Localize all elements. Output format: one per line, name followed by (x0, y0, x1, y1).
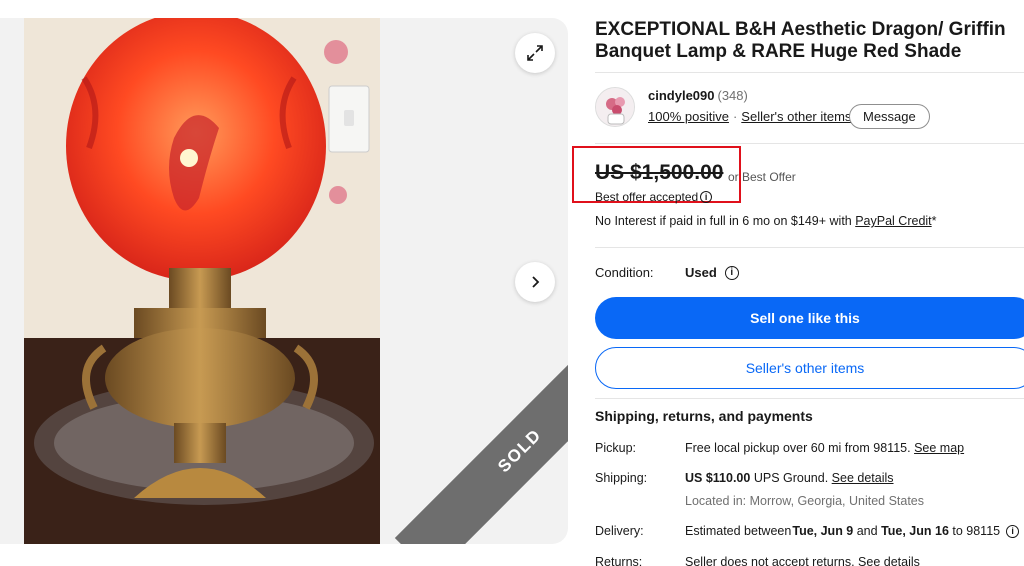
lamp-illustration (24, 18, 380, 544)
returns-text: Seller does not accept returns. (685, 555, 855, 566)
shipping-price: US $110.00 (685, 471, 751, 485)
sold-ribbon: SOLD (380, 364, 568, 544)
best-offer-label: or Best Offer (728, 170, 796, 184)
delivery-prefix: Estimated between (685, 524, 792, 538)
divider (595, 247, 1024, 248)
next-image-button[interactable] (515, 262, 555, 302)
divider (595, 72, 1024, 73)
paypal-credit-link[interactable]: PayPal Credit (855, 214, 931, 228)
seller-avatar[interactable] (595, 87, 635, 127)
info-icon[interactable]: i (724, 265, 739, 280)
item-details-panel: EXCEPTIONAL B&H Aesthetic Dragon/ Griffi… (572, 0, 1024, 566)
seller-links: 100% positive · Seller's other items · (648, 109, 864, 124)
delivery-and: and (853, 524, 882, 538)
seller-username[interactable]: cindyle090 (648, 88, 715, 103)
paypal-suffix: * (931, 214, 937, 228)
price-amount: US $1,500.00 (595, 161, 724, 184)
info-icon[interactable]: i (1006, 524, 1020, 538)
returns-details-link[interactable]: See details (858, 555, 920, 566)
expand-button[interactable] (515, 33, 555, 73)
shipping-value: US $110.00 UPS Ground. See details (685, 471, 894, 485)
sold-label: SOLD (494, 425, 546, 477)
seller-name[interactable]: cindyle090 (348) (648, 88, 748, 103)
returns-value: Seller does not accept returns. See deta… (685, 555, 920, 566)
avatar-image (596, 88, 634, 126)
pickup-value: Free local pickup over 60 mi from 98115.… (685, 441, 964, 455)
delivery-suffix: to 98115 (948, 524, 1001, 538)
divider (595, 143, 1024, 144)
listing-title: EXCEPTIONAL B&H Aesthetic Dragon/ Griffi… (595, 19, 1006, 62)
seller-other-items-button[interactable]: Seller's other items (595, 347, 1024, 389)
best-offer-accepted: Best offer accepted i (595, 190, 713, 204)
returns-label: Returns: (595, 555, 643, 566)
condition-label: Condition: (595, 265, 654, 280)
shipping-heading: Shipping, returns, and payments (595, 408, 813, 424)
shipping-service: UPS Ground. (753, 471, 829, 485)
divider (595, 398, 1024, 399)
delivery-end: Tue, Jun 16 (881, 524, 949, 538)
condition-text: Used (685, 265, 717, 280)
info-icon[interactable]: i (700, 191, 713, 203)
see-map-link[interactable]: See map (914, 441, 964, 455)
seller-positive-link[interactable]: 100% positive (648, 109, 729, 124)
shipping-label: Shipping: (595, 471, 648, 485)
sell-one-like-this-button[interactable]: Sell one like this (595, 297, 1024, 339)
shipping-details-link[interactable]: See details (832, 471, 894, 485)
pickup-label: Pickup: (595, 441, 636, 455)
condition-value: Used i (685, 265, 739, 280)
delivery-start: Tue, Jun 9 (792, 524, 854, 538)
pickup-text: Free local pickup over 60 mi from 98115. (685, 441, 911, 455)
chevron-right-icon (532, 276, 540, 288)
paypal-prefix: No Interest if paid in full in 6 mo on $… (595, 214, 856, 228)
best-offer-accepted-text: Best offer accepted (595, 190, 699, 204)
image-gallery: SOLD (0, 18, 568, 544)
paypal-credit-note: No Interest if paid in full in 6 mo on $… (595, 214, 937, 228)
delivery-value: Estimated between Tue, Jun 9 and Tue, Ju… (685, 524, 1020, 538)
seller-other-items-link[interactable]: Seller's other items (741, 109, 851, 124)
seller-feedback-count: (348) (717, 88, 748, 103)
separator: · (732, 109, 738, 124)
delivery-label: Delivery: (595, 524, 644, 538)
expand-icon (527, 45, 543, 61)
item-location: Located in: Morrow, Georgia, United Stat… (685, 494, 925, 508)
message-button[interactable]: Message (849, 104, 930, 129)
product-photo[interactable] (24, 18, 380, 544)
